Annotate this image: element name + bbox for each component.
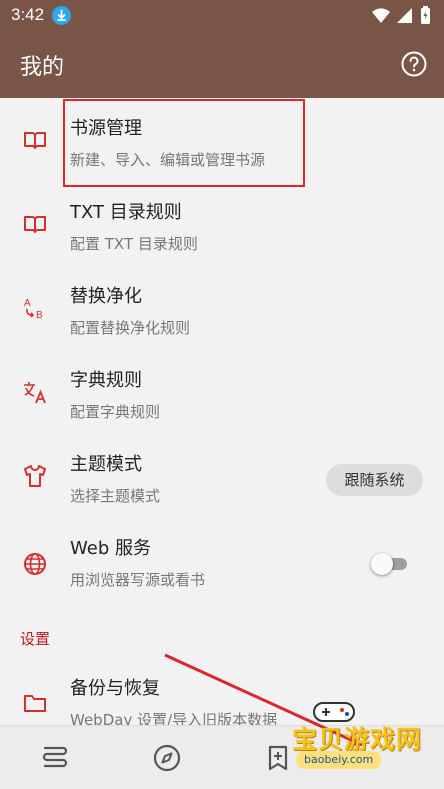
list-item-replace-rules[interactable]: A B 替换净化 配置替换净化规则 bbox=[0, 266, 444, 350]
bookshelf-icon[interactable] bbox=[39, 742, 71, 774]
item-title: 替换净化 bbox=[70, 286, 142, 307]
translate-icon bbox=[22, 379, 48, 405]
highlight-annotation bbox=[63, 99, 305, 187]
list-item-txt-toc-rules[interactable]: TXT 目录规则 配置 TXT 目录规则 bbox=[0, 182, 444, 266]
download-icon bbox=[52, 6, 71, 25]
item-subtitle: 配置 TXT 目录规则 bbox=[70, 235, 198, 253]
page-title: 我的 bbox=[20, 55, 65, 80]
rss-icon[interactable] bbox=[263, 742, 295, 774]
globe-icon bbox=[22, 551, 48, 577]
wifi-icon bbox=[372, 8, 390, 23]
book-icon bbox=[22, 127, 48, 153]
status-bar: 3:42 bbox=[0, 0, 444, 32]
replace-icon: A B bbox=[22, 295, 48, 321]
svg-text:B: B bbox=[36, 310, 43, 321]
item-subtitle: 选择主题模式 bbox=[70, 487, 161, 505]
book-icon bbox=[22, 211, 48, 237]
section-header-settings: 设置 bbox=[20, 630, 51, 648]
item-title: 备份与恢复 bbox=[70, 678, 160, 699]
signal-icon bbox=[397, 8, 412, 23]
item-title: Web 服务 bbox=[70, 538, 151, 559]
theme-mode-chip[interactable]: 跟随系统 bbox=[326, 464, 423, 496]
watermark: 宝贝游戏网 baobeiy.com bbox=[292, 695, 442, 773]
folder-icon bbox=[22, 690, 48, 716]
status-icons bbox=[370, 6, 432, 26]
help-icon[interactable] bbox=[401, 51, 427, 77]
svg-text:A: A bbox=[24, 298, 31, 309]
battery-icon bbox=[421, 6, 430, 24]
item-title: TXT 目录规则 bbox=[70, 202, 182, 223]
web-service-toggle[interactable] bbox=[371, 552, 411, 576]
app-bar: 我的 bbox=[0, 32, 444, 98]
item-subtitle: 配置字典规则 bbox=[70, 403, 161, 421]
item-subtitle: 用浏览器写源或看书 bbox=[70, 571, 206, 589]
explore-icon[interactable] bbox=[151, 742, 183, 774]
item-subtitle: 配置替换净化规则 bbox=[70, 319, 191, 337]
item-title: 字典规则 bbox=[70, 370, 142, 391]
list-item-dict-rules[interactable]: 字典规则 配置字典规则 bbox=[0, 350, 444, 434]
toggle-thumb bbox=[371, 553, 393, 575]
status-time: 3:42 bbox=[11, 5, 45, 24]
watermark-url: baobeiy.com bbox=[296, 751, 382, 769]
tshirt-icon bbox=[22, 463, 48, 489]
item-title: 主题模式 bbox=[70, 454, 142, 475]
